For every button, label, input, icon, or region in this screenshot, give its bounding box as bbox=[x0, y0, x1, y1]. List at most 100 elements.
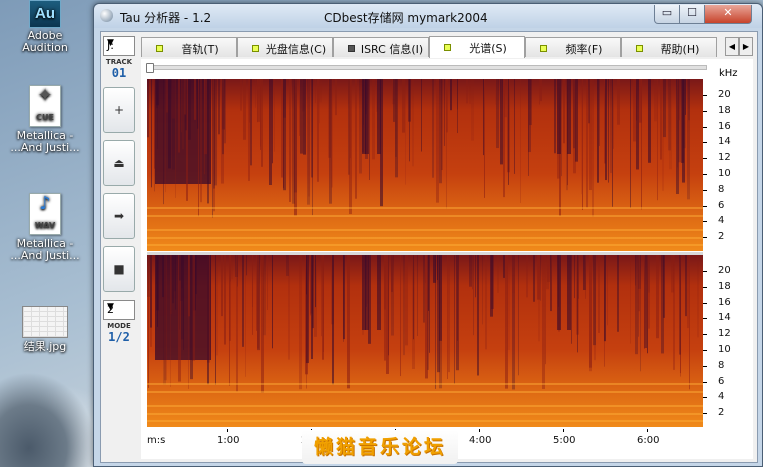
spectrogram-streak bbox=[477, 255, 479, 376]
spectrogram-streak bbox=[261, 79, 263, 167]
y-tick bbox=[703, 205, 707, 207]
spectrogram-streak bbox=[608, 79, 609, 183]
spectrogram-streak bbox=[617, 79, 620, 125]
chevron-left-icon: ◀ bbox=[728, 42, 736, 51]
tab-help[interactable]: 帮助(H) bbox=[621, 37, 717, 57]
spectrogram-streak bbox=[578, 255, 579, 299]
plus-icon: + bbox=[113, 103, 125, 117]
mode-select[interactable]: 2 ▼ bbox=[103, 300, 135, 320]
position-slider-thumb[interactable] bbox=[146, 63, 154, 73]
desktop-icon-jpg[interactable]: 结果.jpg bbox=[2, 306, 88, 353]
spectrogram-streak bbox=[402, 79, 405, 133]
spectrogram-streak bbox=[395, 79, 397, 157]
spectrogram-streak bbox=[175, 79, 176, 198]
spectrogram-streak bbox=[592, 79, 594, 217]
spectrogram-streak bbox=[157, 255, 158, 327]
tab-isrc-info[interactable]: ISRC 信息(I) bbox=[333, 37, 429, 57]
spectrogram-streak bbox=[473, 255, 474, 336]
desktop-icon-label: ...And Justi... bbox=[10, 249, 80, 262]
spectrogram-channel-right[interactable] bbox=[147, 255, 703, 427]
music-note-icon: ♪ bbox=[39, 193, 51, 214]
tab-frequency[interactable]: 频率(F) bbox=[525, 37, 621, 57]
spectrogram-streak bbox=[400, 255, 401, 377]
y-tick-label: 2 bbox=[718, 407, 725, 419]
app-icon[interactable] bbox=[100, 9, 113, 22]
stop-button[interactable]: ■ bbox=[103, 246, 135, 292]
spectrogram-streak bbox=[540, 255, 541, 301]
minimize-button[interactable]: ▭ bbox=[654, 5, 680, 24]
desktop-icon-label: ...And Justi... bbox=[10, 141, 80, 154]
spectrogram-streak bbox=[428, 255, 429, 311]
y-tick bbox=[703, 318, 707, 320]
spectrogram-streak bbox=[299, 79, 300, 136]
spectrogram-streak bbox=[166, 79, 168, 113]
desktop-icon-audition[interactable]: Au Adobe Audition bbox=[2, 0, 88, 54]
tab-spectrum[interactable]: 光谱(S) bbox=[429, 36, 525, 58]
desktop-icon-cue[interactable]: ✦ CUE Metallica - ...And Justi... bbox=[2, 85, 88, 154]
desktop-icon-wav[interactable]: ♪ WAV Metallica - ...And Justi... bbox=[2, 193, 88, 262]
spectrogram-streak bbox=[421, 79, 422, 152]
spectrogram-streak bbox=[412, 255, 415, 369]
tab-scroll-right-button[interactable]: ▶ bbox=[739, 37, 753, 56]
add-button[interactable]: + bbox=[103, 87, 135, 133]
spectrogram-streak bbox=[656, 255, 659, 339]
spectrogram-streak bbox=[617, 255, 619, 332]
spectrum-panel: kHz 20 18 16 14 12 10 8 6 4 2 20 18 16 14 12 10 8 6 4 2 m:s… bbox=[141, 59, 753, 459]
spectrogram-channel-left[interactable] bbox=[147, 79, 703, 251]
spectrogram-streak bbox=[332, 255, 334, 385]
spectrogram-streak bbox=[165, 79, 166, 193]
spectrogram-band bbox=[147, 420, 703, 422]
spectrogram-streak bbox=[484, 79, 485, 198]
spectrogram-band bbox=[147, 207, 703, 209]
spectrogram-streak bbox=[469, 79, 471, 104]
spectrogram-streak bbox=[697, 255, 699, 338]
close-button[interactable]: ✕ bbox=[704, 5, 752, 24]
spectrogram-streak bbox=[372, 79, 375, 160]
spectrogram-svg bbox=[147, 79, 703, 251]
spectrogram-streak bbox=[260, 79, 261, 147]
spectrogram-streak bbox=[588, 79, 590, 124]
spectrogram-streak bbox=[312, 79, 313, 216]
spectrogram-streak bbox=[323, 255, 324, 352]
y-tick bbox=[703, 158, 707, 160]
spectrogram-streak bbox=[294, 79, 297, 193]
chevron-down-icon: ▼ bbox=[107, 302, 114, 312]
maximize-button[interactable]: ☐ bbox=[679, 5, 705, 24]
next-button[interactable]: ➡ bbox=[103, 193, 135, 239]
y-tick bbox=[703, 381, 707, 383]
spectrogram-streak bbox=[272, 79, 273, 164]
spectrogram-streak bbox=[482, 255, 483, 325]
tab-scroll-left-button[interactable]: ◀ bbox=[725, 37, 739, 56]
x-tick-label: 5:00 bbox=[553, 435, 576, 446]
title-bar[interactable]: Tau 分析器 - 1.2 CDbest存储网 mymark2004 ▭ ☐ ✕ bbox=[94, 4, 762, 28]
tab-tracks[interactable]: 音轨(T) bbox=[141, 37, 237, 57]
mode-display: 1/2 bbox=[108, 330, 130, 344]
spectrogram-band bbox=[147, 229, 703, 231]
y-tick bbox=[703, 271, 707, 272]
spectrogram-streak bbox=[472, 255, 473, 290]
spectrogram-streak bbox=[657, 79, 658, 201]
arrow-right-icon: ➡ bbox=[113, 209, 125, 223]
spectrogram-streak bbox=[582, 79, 583, 210]
chevron-down-icon: ▼ bbox=[107, 38, 114, 48]
spectrogram-streak bbox=[252, 255, 253, 308]
position-slider[interactable] bbox=[147, 65, 707, 70]
spectrogram-dark-column bbox=[567, 79, 571, 154]
spectrogram-streak bbox=[599, 79, 600, 146]
tab-disc-info[interactable]: 光盘信息(C) bbox=[237, 37, 333, 57]
spectrogram-streak bbox=[444, 79, 445, 146]
spectrogram-streak bbox=[156, 255, 157, 284]
spectrogram-streak bbox=[533, 255, 535, 302]
y-tick-label: 10 bbox=[718, 344, 731, 355]
eject-button[interactable]: ⏏ bbox=[103, 140, 135, 186]
spectrogram-streak bbox=[405, 79, 406, 185]
spectrogram-streak bbox=[335, 79, 337, 116]
spectrogram-streak bbox=[633, 79, 636, 142]
window-title: Tau 分析器 - 1.2 bbox=[120, 11, 212, 25]
status-led-icon bbox=[444, 44, 451, 51]
y-tick-label: 10 bbox=[718, 168, 731, 179]
y-tick-label: 14 bbox=[718, 136, 731, 148]
drive-select[interactable]: J: ▼ bbox=[103, 36, 135, 56]
y-tick-label: 8 bbox=[718, 183, 725, 195]
spectrogram-streak bbox=[660, 79, 662, 160]
